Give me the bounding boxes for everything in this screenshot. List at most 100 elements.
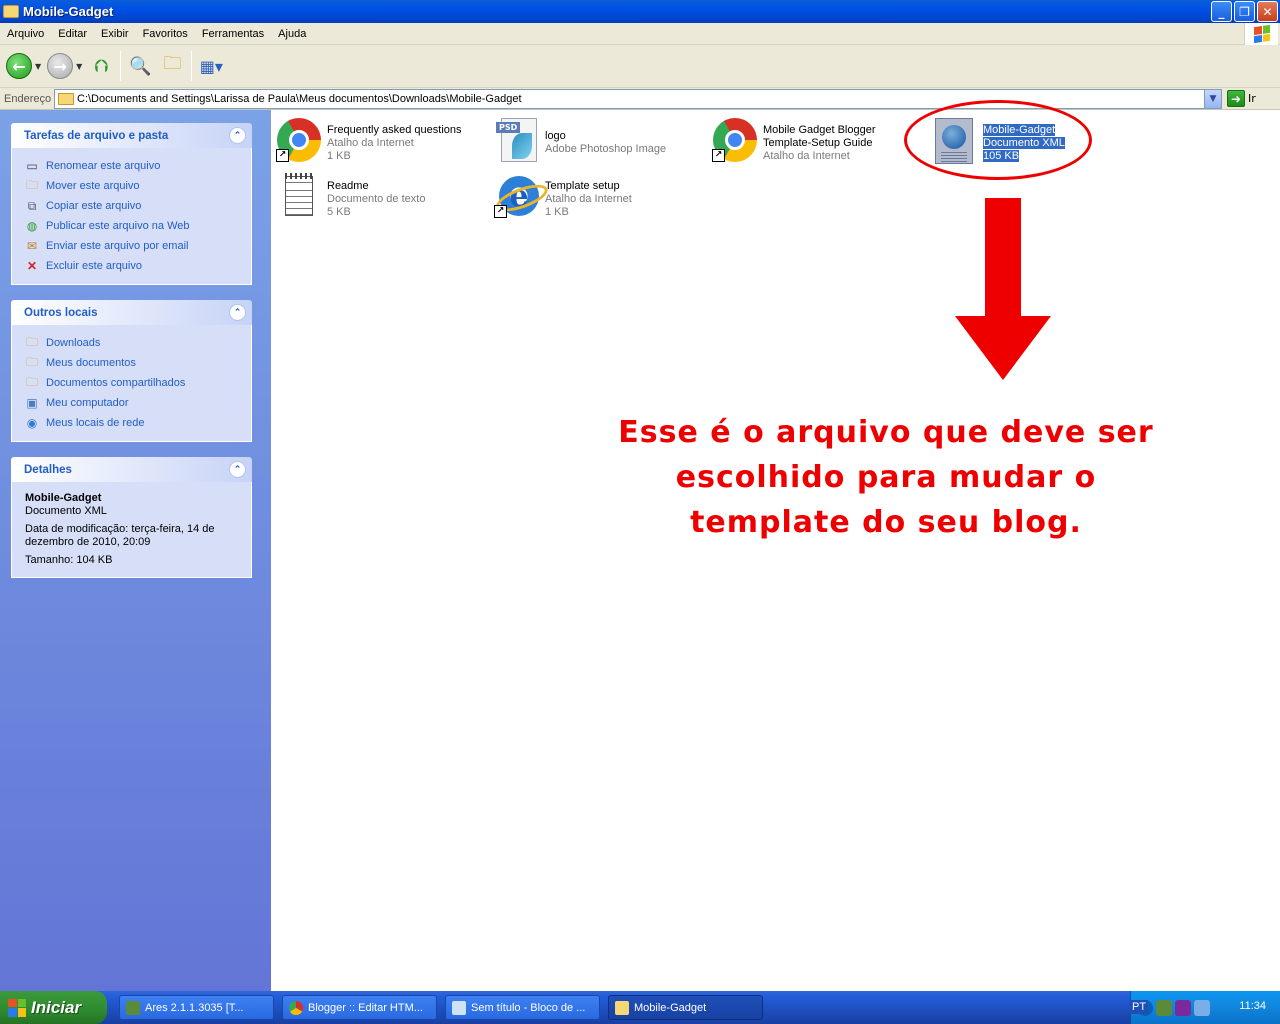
ares-tray-icon[interactable] — [1156, 999, 1172, 1016]
menu-ajuda[interactable]: Ajuda — [271, 28, 313, 40]
internet-explorer-shortcut-icon: e ↗ — [493, 172, 541, 220]
photoshop-file-icon: PSD — [493, 116, 541, 164]
task-copy[interactable]: ⧉ Copiar este arquivo — [24, 196, 251, 216]
task-move[interactable]: 🗀 Mover este arquivo — [24, 176, 251, 196]
close-button[interactable]: ✕ — [1257, 1, 1278, 22]
views-icon[interactable]: ▦▾ — [198, 53, 224, 79]
place-label[interactable]: Meus locais de rede — [46, 417, 144, 429]
address-dropdown-icon[interactable]: ▼ — [1204, 90, 1221, 108]
file-item[interactable]: e ↗ Template setup Atalho da Internet 1 KB — [493, 172, 632, 220]
start-button[interactable]: Iniciar — [0, 991, 107, 1024]
folders-icon[interactable]: 🗀 — [159, 53, 185, 79]
menu-favoritos[interactable]: Favoritos — [136, 28, 195, 40]
task-delete[interactable]: ✕ Excluir este arquivo — [24, 256, 251, 276]
toolbar-separator — [191, 51, 193, 81]
task-email[interactable]: ✉ Enviar este arquivo por email — [24, 236, 251, 256]
go-label[interactable]: Ir — [1248, 92, 1256, 105]
tasks-panel-body: ▭ Renomear este arquivo 🗀 Mover este arqui… — [11, 148, 252, 285]
taskbar-button-label[interactable]: Blogger :: Editar HTM... — [308, 1002, 423, 1014]
taskbar-button-ares[interactable]: Ares 2.1.1.3035 [T... — [119, 995, 274, 1020]
network-tray-icon[interactable] — [1194, 999, 1210, 1016]
taskbar-button-mobile-gadget[interactable]: Mobile-Gadget — [608, 995, 763, 1020]
taskbar-button-label[interactable]: Sem título - Bloco de ... — [471, 1002, 585, 1014]
task-label[interactable]: Publicar este arquivo na Web — [46, 220, 190, 232]
minimize-button[interactable]: _ — [1211, 1, 1232, 22]
menu-ferramentas[interactable]: Ferramentas — [195, 28, 271, 40]
taskbar: Iniciar Ares 2.1.1.3035 [T... Blogger ::… — [0, 991, 1280, 1024]
file-item[interactable]: PSD logo Adobe Photoshop Image — [493, 116, 666, 164]
place-label[interactable]: Downloads — [46, 337, 100, 349]
taskbar-button-blogger[interactable]: Blogger :: Editar HTM... — [282, 995, 437, 1020]
ares-icon — [126, 1000, 140, 1015]
file-name: Mobile Gadget Blogger — [763, 124, 876, 136]
task-label[interactable]: Enviar este arquivo por email — [46, 240, 188, 252]
task-label[interactable]: Copiar este arquivo — [46, 200, 141, 212]
task-label[interactable]: Renomear este arquivo — [46, 160, 160, 172]
folder-icon — [615, 1000, 629, 1015]
places-panel-header[interactable]: Outros locais ⌃ — [11, 300, 252, 325]
language-indicator[interactable]: PT — [1130, 1000, 1149, 1014]
start-label[interactable]: Iniciar — [31, 998, 81, 1018]
media-tray-icon[interactable] — [1175, 999, 1191, 1016]
tasks-panel-title: Tarefas de arquivo e pasta — [24, 129, 169, 142]
windows-logo-icon — [1244, 23, 1278, 45]
folder-icon: 🗀 — [25, 334, 38, 349]
email-icon: ✉ — [26, 239, 38, 253]
collapse-chevron-icon[interactable]: ⌃ — [229, 127, 246, 144]
go-arrow-icon[interactable]: ➜ — [1227, 90, 1245, 107]
forward-arrow-icon[interactable]: → — [47, 53, 74, 79]
menu-exibir[interactable]: Exibir — [94, 28, 136, 40]
address-path[interactable]: C:\Documents and Settings\Larissa de Pau… — [77, 93, 522, 105]
task-pane: Tarefas de arquivo e pasta ⌃ ▭ Renomear e… — [0, 110, 271, 991]
back-arrow-icon[interactable]: ← — [6, 53, 32, 79]
folder-up-icon[interactable]: ⮉ — [88, 53, 114, 79]
place-shared-documents[interactable]: 🗀 Documentos compartilhados — [24, 373, 251, 393]
go-button[interactable]: ➜ Ir — [1227, 90, 1256, 107]
place-label[interactable]: Documentos compartilhados — [46, 377, 185, 389]
chrome-shortcut-icon: ↗ — [275, 116, 323, 164]
taskbar-button-label[interactable]: Mobile-Gadget — [634, 1002, 706, 1014]
taskbar-button-label[interactable]: Ares 2.1.1.3035 [T... — [145, 1002, 243, 1014]
forward-dropdown-icon[interactable]: ▼ — [76, 62, 82, 71]
file-item[interactable]: ↗ Mobile Gadget Blogger Template-Setup Gu… — [711, 116, 876, 164]
folder-icon — [58, 93, 74, 105]
my-documents-icon: 🗀 — [25, 354, 38, 369]
file-name: Template setup — [545, 180, 620, 192]
collapse-chevron-icon[interactable]: ⌃ — [229, 304, 246, 321]
place-downloads[interactable]: 🗀 Downloads — [24, 333, 251, 353]
file-item[interactable]: Readme Documento de texto 5 KB — [275, 172, 425, 220]
detail-file-name: Mobile-Gadget — [25, 492, 102, 504]
system-tray: 11:34 — [1130, 991, 1280, 1024]
task-label[interactable]: Mover este arquivo — [46, 180, 140, 192]
chrome-icon — [289, 1000, 303, 1015]
place-network[interactable]: ◉ Meus locais de rede — [24, 413, 251, 433]
psd-badge: PSD — [496, 122, 521, 133]
delete-icon: ✕ — [26, 259, 38, 273]
place-my-documents[interactable]: 🗀 Meus documentos — [24, 353, 251, 373]
menu-arquivo[interactable]: Arquivo — [0, 28, 51, 40]
details-panel-header[interactable]: Detalhes ⌃ — [11, 457, 252, 482]
file-item[interactable]: ↗ Frequently asked questions Atalho da In… — [275, 116, 462, 164]
file-name: Readme — [327, 180, 369, 192]
file-size: 5 KB — [327, 206, 351, 218]
task-publish[interactable]: ◍ Publicar este arquivo na Web — [24, 216, 251, 236]
notepad-icon — [452, 1000, 466, 1015]
back-dropdown-icon[interactable]: ▼ — [35, 62, 41, 71]
menu-editar[interactable]: Editar — [51, 28, 94, 40]
search-icon[interactable]: 🔍 — [127, 53, 153, 79]
place-label[interactable]: Meu computador — [46, 397, 129, 409]
highlight-ellipse — [904, 100, 1092, 180]
task-label[interactable]: Excluir este arquivo — [46, 260, 142, 272]
taskbar-button-notepad[interactable]: Sem título - Bloco de ... — [445, 995, 600, 1020]
publish-web-icon: ◍ — [26, 219, 38, 233]
clock[interactable]: 11:34 — [1239, 1000, 1266, 1012]
details-panel: Detalhes ⌃ Mobile-Gadget Documento XML D… — [11, 457, 252, 578]
title-bar[interactable]: Mobile-Gadget _ ❐ ✕ — [0, 0, 1280, 23]
annotation-line: template do seu blog. — [690, 505, 1082, 540]
place-label[interactable]: Meus documentos — [46, 357, 136, 369]
restore-button[interactable]: ❐ — [1234, 1, 1255, 22]
collapse-chevron-icon[interactable]: ⌃ — [229, 461, 246, 478]
place-my-computer[interactable]: ▣ Meu computador — [24, 393, 251, 413]
task-rename[interactable]: ▭ Renomear este arquivo — [24, 156, 251, 176]
tasks-panel-header[interactable]: Tarefas de arquivo e pasta ⌃ — [11, 123, 252, 148]
